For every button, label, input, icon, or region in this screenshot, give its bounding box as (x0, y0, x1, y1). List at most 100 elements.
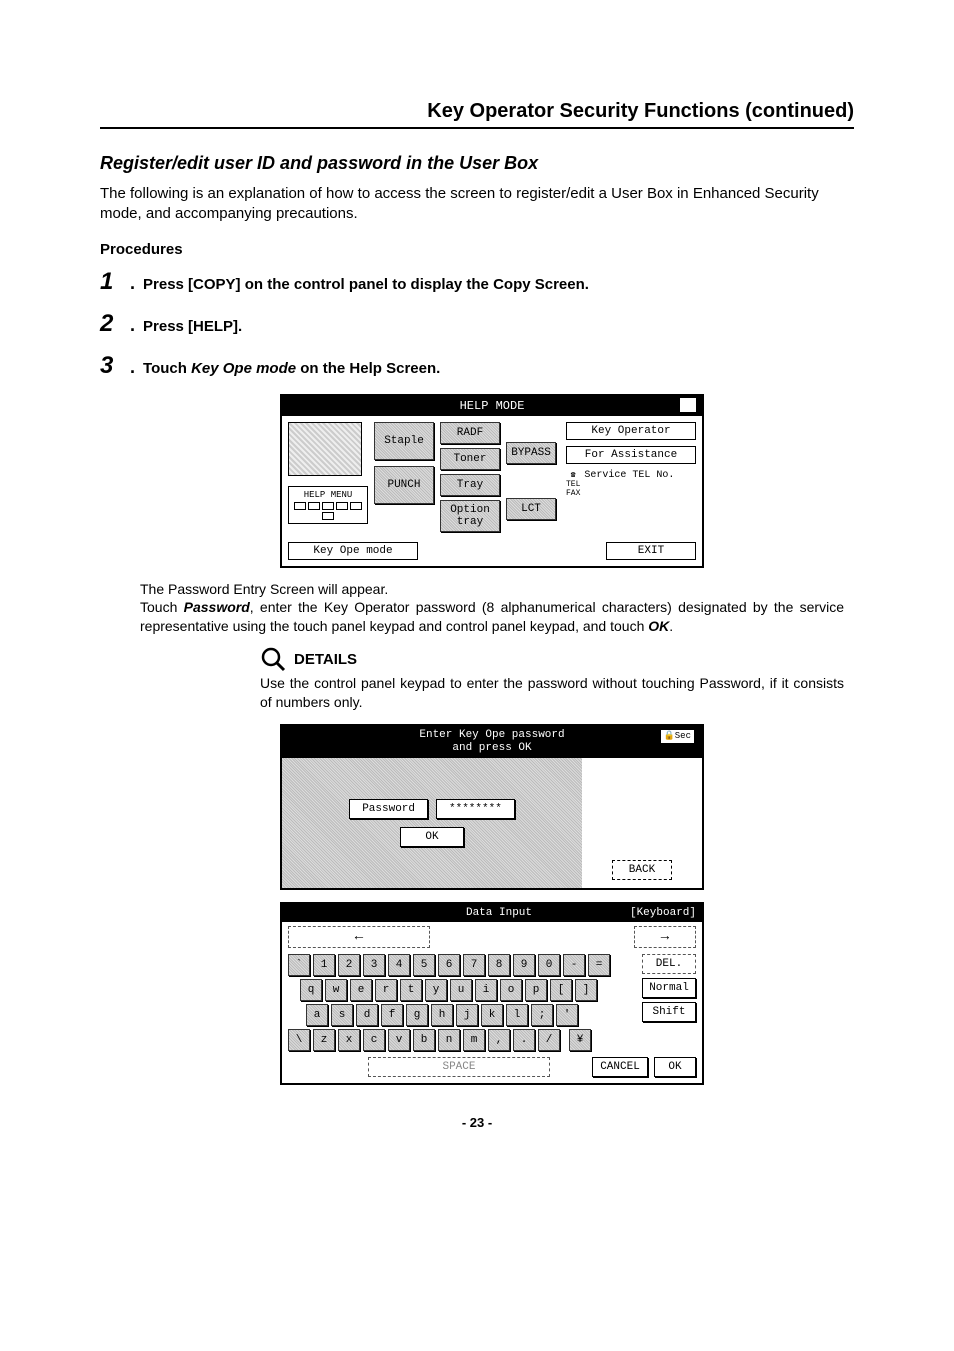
option-tray-button[interactable]: Option tray (440, 500, 500, 532)
cancel-button[interactable]: CANCEL (592, 1057, 648, 1077)
step-text: Press [HELP]. (143, 318, 242, 335)
keyboard-title: Data Input (368, 907, 630, 919)
key-yen[interactable]: ¥ (569, 1029, 591, 1051)
key-/[interactable]: / (538, 1029, 560, 1051)
key-l[interactable]: l (506, 1004, 528, 1026)
step-3: 3 . Touch Key Ope mode on the Help Scree… (100, 352, 854, 380)
key-q[interactable]: q (300, 979, 322, 1001)
key-f[interactable]: f (381, 1004, 403, 1026)
key-3[interactable]: 3 (363, 954, 385, 976)
key-u[interactable]: u (450, 979, 472, 1001)
step-number: 3 (100, 352, 122, 380)
key-4[interactable]: 4 (388, 954, 410, 976)
key-6[interactable]: 6 (438, 954, 460, 976)
key--[interactable]: - (563, 954, 585, 976)
shift-button[interactable]: Shift (642, 1002, 696, 1022)
lct-button[interactable]: LCT (506, 498, 556, 520)
key-r[interactable]: r (375, 979, 397, 1001)
key-s[interactable]: s (331, 1004, 353, 1026)
key-n[interactable]: n (438, 1029, 460, 1051)
key-v[interactable]: v (388, 1029, 410, 1051)
key-z[interactable]: z (313, 1029, 335, 1051)
back-button[interactable]: BACK (612, 860, 672, 880)
fax-label: FAX (566, 489, 580, 498)
arrow-right-button[interactable]: → (634, 926, 696, 948)
key-5[interactable]: 5 (413, 954, 435, 976)
step-dot: . (130, 273, 135, 294)
key-i[interactable]: i (475, 979, 497, 1001)
key-1[interactable]: 1 (313, 954, 335, 976)
key-[[interactable]: [ (550, 979, 572, 1001)
para1-l2a: Touch (140, 599, 184, 615)
key-h[interactable]: h (431, 1004, 453, 1026)
key-b[interactable]: b (413, 1029, 435, 1051)
machine-diagram-icon (288, 422, 362, 476)
staple-button[interactable]: Staple (374, 422, 434, 460)
key-o[interactable]: o (500, 979, 522, 1001)
key-g[interactable]: g (406, 1004, 428, 1026)
step-number: 2 (100, 310, 122, 338)
key-0[interactable]: 0 (538, 954, 560, 976)
page-title: Key Operator Security Functions (continu… (100, 100, 854, 129)
bypass-button[interactable]: BYPASS (506, 442, 556, 464)
key-e[interactable]: e (350, 979, 372, 1001)
key-2[interactable]: 2 (338, 954, 360, 976)
para1-ok-word: OK (648, 618, 669, 634)
password-entry-screen: Enter Key Ope password and press OK 🔒Sec… (280, 724, 704, 890)
key-\[interactable]: \ (288, 1029, 310, 1051)
help-mode-screen: HELP MODE HELP MENU Staple PUNCH (280, 394, 704, 568)
tray-button[interactable]: Tray (440, 474, 500, 496)
key-d[interactable]: d (356, 1004, 378, 1026)
for-assistance-button[interactable]: For Assistance (566, 446, 696, 464)
procedures-label: Procedures (100, 241, 854, 258)
step-number: 1 (100, 268, 122, 296)
key-k[interactable]: k (481, 1004, 503, 1026)
password-titlebar: Enter Key Ope password and press OK 🔒Sec (282, 726, 702, 758)
key-'[interactable]: ' (556, 1004, 578, 1026)
punch-button[interactable]: PUNCH (374, 466, 434, 504)
magnifier-icon (260, 646, 286, 672)
key-][interactable]: ] (575, 979, 597, 1001)
para1-l2e: . (669, 618, 673, 634)
password-button[interactable]: Password (349, 799, 428, 819)
key-9[interactable]: 9 (513, 954, 535, 976)
help-menu-label: HELP MENU (304, 490, 353, 500)
key-y[interactable]: y (425, 979, 447, 1001)
space-key[interactable]: SPACE (368, 1057, 550, 1077)
arrow-left-button[interactable]: ← (288, 926, 430, 948)
keyboard-keys: `1234567890-= qwertyuiop[] asdfghjkl;' \… (288, 954, 636, 1051)
key-t[interactable]: t (400, 979, 422, 1001)
step3-ital: Key Ope mode (191, 360, 296, 377)
exit-button[interactable]: EXIT (606, 542, 696, 560)
normal-button[interactable]: Normal (642, 978, 696, 998)
key-m[interactable]: m (463, 1029, 485, 1051)
keyboard-ok-button[interactable]: OK (654, 1057, 696, 1077)
password-title-l2: and press OK (452, 742, 531, 754)
password-field[interactable]: ******** (436, 799, 515, 819)
key-x[interactable]: x (338, 1029, 360, 1051)
key-a[interactable]: a (306, 1004, 328, 1026)
ok-button[interactable]: OK (400, 827, 463, 847)
help-menu-box[interactable]: HELP MENU (288, 486, 368, 524)
key-c[interactable]: c (363, 1029, 385, 1051)
intro-paragraph: The following is an explanation of how t… (100, 184, 854, 225)
key-=[interactable]: = (588, 954, 610, 976)
key-`[interactable]: ` (288, 954, 310, 976)
key-.[interactable]: . (513, 1029, 535, 1051)
radf-button[interactable]: RADF (440, 422, 500, 444)
tel-label: TEL (566, 480, 580, 489)
key-w[interactable]: w (325, 979, 347, 1001)
key-8[interactable]: 8 (488, 954, 510, 976)
key-j[interactable]: j (456, 1004, 478, 1026)
key-operator-button[interactable]: Key Operator (566, 422, 696, 440)
section-title: Register/edit user ID and password in th… (100, 153, 854, 174)
key-,[interactable]: , (488, 1029, 510, 1051)
key-ope-mode-button[interactable]: Key Ope mode (288, 542, 418, 560)
key-p[interactable]: p (525, 979, 547, 1001)
step-dot: . (130, 315, 135, 336)
grid-icon (292, 502, 364, 520)
del-button[interactable]: DEL. (642, 954, 696, 974)
key-;[interactable]: ; (531, 1004, 553, 1026)
key-7[interactable]: 7 (463, 954, 485, 976)
toner-button[interactable]: Toner (440, 448, 500, 470)
